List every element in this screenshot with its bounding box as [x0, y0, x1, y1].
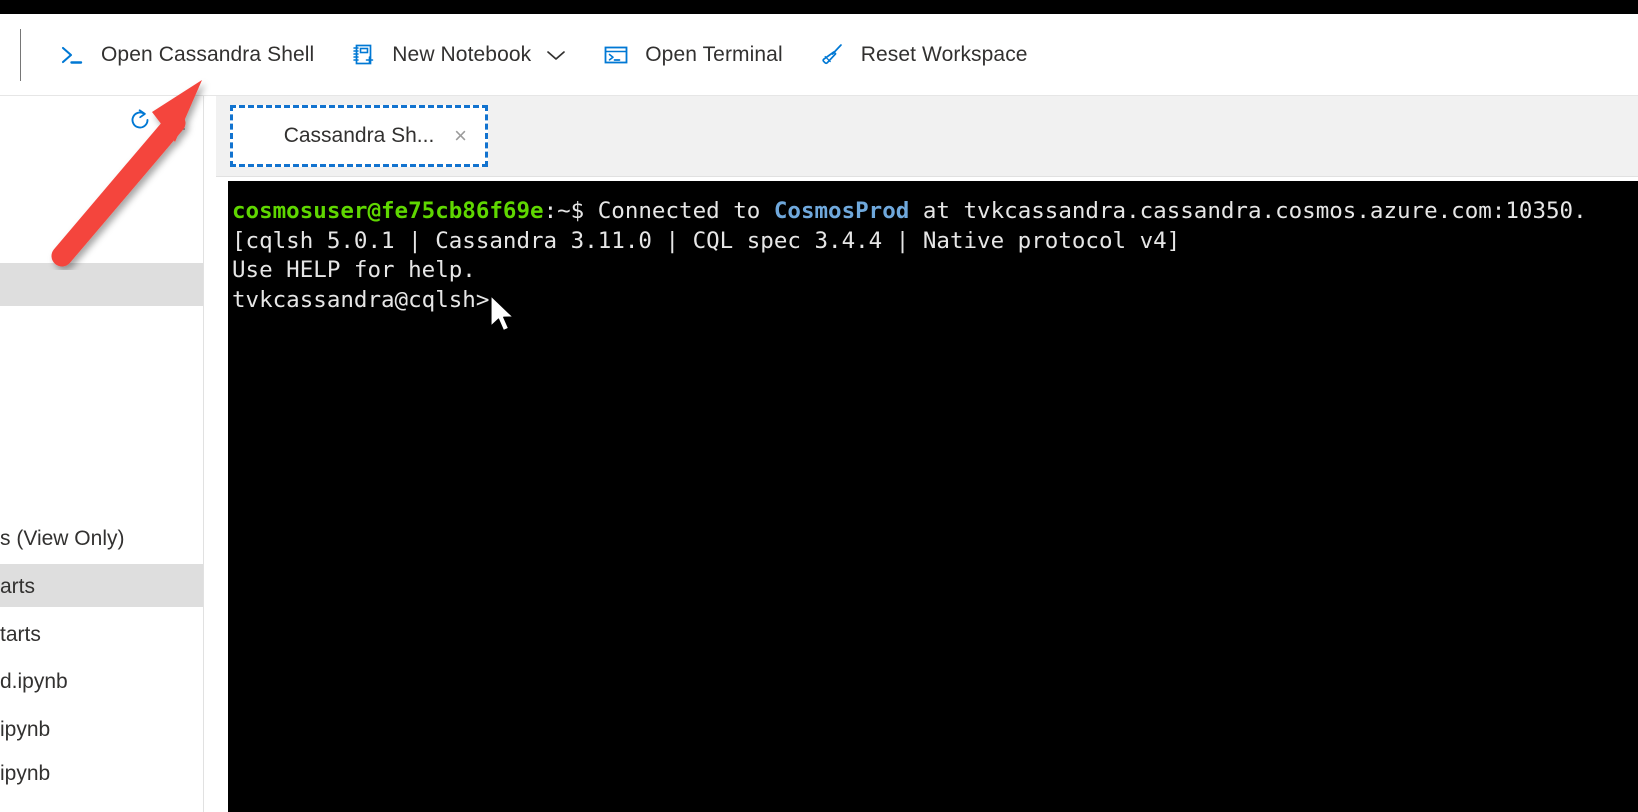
tab-cassandra-shell[interactable]: Cassandra Sh... × — [230, 105, 488, 167]
terminal-text-segment: CosmosProd — [773, 198, 910, 224]
sidebar-item-2[interactable]: tarts — [0, 623, 41, 647]
close-icon[interactable]: × — [454, 125, 467, 147]
open-cassandra-shell-label: Open Cassandra Shell — [101, 42, 315, 66]
terminal-prompt-icon — [57, 40, 87, 70]
reset-workspace-button[interactable]: Reset Workspace — [807, 27, 1038, 83]
chevron-left-icon[interactable] — [168, 105, 192, 135]
terminal-text-segment: Use HELP for help. — [232, 257, 476, 283]
terminal-text-segment: [cqlsh 5.0.1 | Cassandra 3.11.0 | CQL sp… — [232, 227, 1181, 254]
terminal-line: [cqlsh 5.0.1 | Cassandra 3.11.0 | CQL sp… — [232, 227, 1638, 257]
sidebar-item-1[interactable]: arts — [0, 575, 35, 599]
chevron-down-icon[interactable] — [545, 48, 567, 62]
sidebar-item-4[interactable]: ipynb — [0, 718, 50, 742]
reset-workspace-label: Reset Workspace — [860, 42, 1028, 66]
window-top-strip — [0, 0, 1638, 14]
terminal-line: tvkcassandra@cqlsh> — [232, 286, 1638, 316]
new-notebook-button[interactable]: New Notebook — [338, 27, 577, 83]
content-panel: Cassandra Sh... × cosmosuser@fe75cb86f69… — [216, 96, 1638, 812]
sidebar-item-3[interactable]: d.ipynb — [0, 670, 68, 694]
toolbar-divider — [20, 28, 21, 81]
cassandra-shell-terminal[interactable]: cosmosuser@fe75cb86f69e:~$ Connected to … — [228, 181, 1638, 812]
tab-strip: Cassandra Sh... × — [216, 96, 1638, 177]
broom-icon — [817, 40, 847, 70]
resource-tree-sidebar: s (View Only) arts tarts d.ipynb ipynb i… — [0, 96, 204, 812]
command-toolbar: Open Cassandra Shell New Notebook Open T… — [0, 14, 1638, 96]
sidebar-item-5[interactable]: ipynb — [0, 762, 50, 786]
open-terminal-label: Open Terminal — [645, 42, 783, 66]
terminal-output: cosmosuser@fe75cb86f69e:~$ Connected to … — [228, 181, 1638, 315]
refresh-icon[interactable] — [125, 105, 155, 135]
terminal-text-segment: tvkcassandra@cqlsh> — [232, 286, 490, 313]
notebook-plus-icon — [348, 40, 378, 70]
terminal-text-segment: :~$ Connected to — [543, 198, 774, 224]
sidebar-selected-row[interactable] — [0, 263, 203, 306]
terminal-text-segment: at tvkcassandra.cassandra.cosmos.azure.c… — [909, 198, 1587, 224]
tab-label: Cassandra Sh... — [283, 124, 435, 147]
terminal-line: Use HELP for help. — [232, 256, 1638, 286]
terminal-text-segment: cosmosuser@fe75cb86f69e — [232, 198, 544, 224]
app-screen: Open Cassandra Shell New Notebook Open T… — [0, 0, 1638, 812]
open-terminal-button[interactable]: Open Terminal — [591, 27, 792, 83]
terminal-window-icon — [601, 40, 631, 70]
new-notebook-label: New Notebook — [392, 42, 532, 66]
terminal-line: cosmosuser@fe75cb86f69e:~$ Connected to … — [232, 197, 1638, 227]
open-cassandra-shell-button[interactable]: Open Cassandra Shell — [47, 27, 324, 83]
sidebar-item-0[interactable]: s (View Only) — [0, 527, 124, 551]
